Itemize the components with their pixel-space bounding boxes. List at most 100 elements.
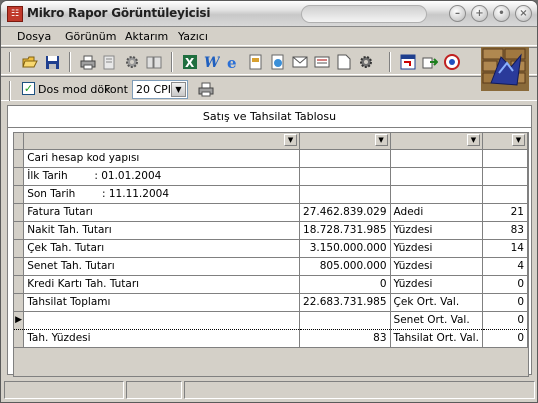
table-cell[interactable]: Senet Tah. Tutarı <box>23 257 301 276</box>
table-row[interactable]: Nakit Tah. Tutarı 18.728.731.985 Yüzdesi 83 <box>14 221 529 240</box>
table-cell[interactable]: 83 <box>299 329 391 348</box>
restore-icon[interactable]: • <box>493 5 510 22</box>
book-icon[interactable] <box>145 53 163 71</box>
row-indicator[interactable] <box>14 257 25 276</box>
table-cell[interactable]: 0 <box>482 275 529 294</box>
text-export-icon[interactable] <box>313 53 331 71</box>
table-cell[interactable]: Tahsilat Ort. Val. <box>390 329 483 348</box>
table-row[interactable]: Cari hesap kod yapısı <box>14 149 529 168</box>
chevron-down-icon[interactable]: ▼ <box>466 134 480 146</box>
table-row[interactable]: İlk Tarih : 01.01.2004 <box>14 167 529 186</box>
table-cell[interactable]: Fatura Tutarı <box>23 203 301 222</box>
menu-gorunum[interactable]: Görünüm <box>65 30 116 43</box>
table-cell[interactable]: Çek Tah. Tutarı <box>23 239 301 258</box>
table-cell[interactable]: Yüzdesi <box>390 239 483 258</box>
table-cell[interactable]: 0 <box>482 293 529 312</box>
table-cell[interactable]: 18.728.731.985 <box>299 221 391 240</box>
row-indicator[interactable] <box>14 221 25 240</box>
table-cell[interactable]: İlk Tarih : 01.01.2004 <box>23 167 301 186</box>
gear-icon[interactable] <box>357 53 375 71</box>
internet-explorer-icon[interactable]: e <box>225 53 243 71</box>
table-cell[interactable] <box>299 167 391 186</box>
column-header-1[interactable]: ▼ <box>23 133 301 150</box>
table-cell[interactable] <box>390 149 483 168</box>
table-row[interactable]: Çek Tah. Tutarı 3.150.000.000 Yüzdesi 14 <box>14 239 529 258</box>
table-row[interactable]: Fatura Tutarı 27.462.839.029 Adedi 21 <box>14 203 529 222</box>
table-cell[interactable]: Adedi <box>390 203 483 222</box>
export-arrow-icon[interactable] <box>421 53 439 71</box>
table-cell[interactable]: 27.462.839.029 <box>299 203 391 222</box>
table-cell[interactable]: 805.000.000 <box>299 257 391 276</box>
excel-icon[interactable]: X <box>181 53 199 71</box>
table-cell[interactable]: Kredi Kartı Tah. Tutarı <box>23 275 301 294</box>
table-cell[interactable] <box>23 310 301 330</box>
table-row[interactable]: Son Tarih : 11.11.2004 <box>14 185 529 204</box>
column-header-3[interactable]: ▼ <box>390 133 483 150</box>
table-cell[interactable]: 0 <box>482 329 529 348</box>
table-cell[interactable] <box>299 185 391 204</box>
row-indicator[interactable] <box>14 203 25 222</box>
minimize-icon[interactable]: – <box>449 5 466 22</box>
help-icon[interactable] <box>443 53 461 71</box>
table-cell[interactable]: 22.683.731.985 <box>299 293 391 312</box>
title-bar[interactable]: ☷ Mikro Rapor Görüntüleyicisi – + • × <box>1 1 537 27</box>
dos-mode-label[interactable]: Dos mod dök <box>38 83 110 96</box>
menu-aktarim[interactable]: Aktarım <box>125 30 168 43</box>
table-row[interactable]: Tahsilat Toplamı 22.683.731.985 Çek Ort. V… <box>14 293 529 312</box>
table-cell[interactable]: 0 <box>482 310 529 330</box>
table-cell[interactable] <box>482 167 529 186</box>
table-cell[interactable]: Yüzdesi <box>390 221 483 240</box>
row-indicator[interactable] <box>14 275 25 294</box>
font-select[interactable]: 20 CPI ▼ <box>132 80 188 99</box>
table-row[interactable]: Senet Tah. Tutarı 805.000.000 Yüzdesi 4 <box>14 257 529 276</box>
mail-icon[interactable] <box>291 53 309 71</box>
maximize-icon[interactable]: + <box>471 5 488 22</box>
table-cell[interactable]: Yüzdesi <box>390 275 483 294</box>
table-cell[interactable] <box>482 149 529 168</box>
row-indicator[interactable] <box>14 167 25 186</box>
chevron-down-icon[interactable]: ▼ <box>284 134 298 146</box>
table-cell[interactable]: Nakit Tah. Tutarı <box>23 221 301 240</box>
open-folder-icon[interactable] <box>21 53 39 71</box>
table-cell[interactable] <box>482 185 529 204</box>
word-icon[interactable]: W <box>203 53 221 71</box>
table-cell[interactable]: 3.150.000.000 <box>299 239 391 258</box>
row-indicator[interactable]: ▶ <box>14 310 25 330</box>
settings-gear-icon[interactable] <box>123 53 141 71</box>
table-row[interactable]: ▶ Senet Ort. Val. 0 <box>14 310 529 330</box>
row-indicator[interactable] <box>14 185 25 204</box>
table-cell[interactable]: 0 <box>299 275 391 294</box>
table-cell[interactable]: Çek Ort. Val. <box>390 293 483 312</box>
row-indicator[interactable] <box>14 293 25 312</box>
menu-dosya[interactable]: Dosya <box>17 30 51 43</box>
column-header-2[interactable]: ▼ <box>299 133 391 150</box>
row-indicator[interactable] <box>14 329 25 348</box>
table-cell[interactable]: Tahsilat Toplamı <box>23 293 301 312</box>
chevron-down-icon[interactable]: ▼ <box>512 134 525 146</box>
table-row[interactable]: Tah. Yüzdesi 83 Tahsilat Ort. Val. 0 <box>14 329 529 348</box>
table-cell[interactable]: 83 <box>482 221 529 240</box>
close-icon[interactable]: × <box>515 5 532 22</box>
print-icon[interactable] <box>197 80 215 98</box>
save-icon[interactable] <box>43 53 61 71</box>
table-cell[interactable] <box>299 310 391 330</box>
export-icon[interactable] <box>247 53 265 71</box>
table-cell[interactable]: 4 <box>482 257 529 276</box>
menu-yazici[interactable]: Yazıcı <box>178 30 208 43</box>
dos-mode-checkbox[interactable]: ✓ <box>22 82 35 95</box>
table-cell[interactable]: 14 <box>482 239 529 258</box>
table-cell[interactable]: Cari hesap kod yapısı <box>23 149 301 168</box>
table-row[interactable]: Kredi Kartı Tah. Tutarı 0 Yüzdesi 0 <box>14 275 529 294</box>
table-cell[interactable] <box>390 167 483 186</box>
row-indicator[interactable] <box>14 239 25 258</box>
window-icon[interactable] <box>399 53 417 71</box>
print-icon[interactable] <box>79 53 97 71</box>
report-app-icon[interactable]: ☷ <box>7 6 23 22</box>
row-indicator[interactable] <box>14 149 25 168</box>
chevron-down-icon[interactable]: ▼ <box>171 82 186 97</box>
table-cell[interactable] <box>390 185 483 204</box>
table-cell[interactable] <box>299 149 391 168</box>
page-icon[interactable] <box>335 53 353 71</box>
table-cell[interactable]: Yüzdesi <box>390 257 483 276</box>
column-header-4[interactable]: ▼ <box>482 133 529 150</box>
